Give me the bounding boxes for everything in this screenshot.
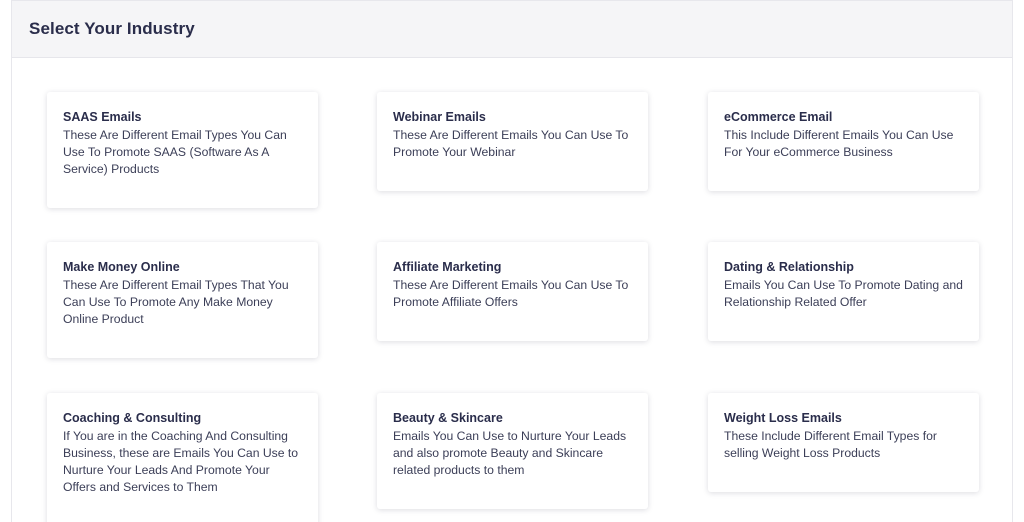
card-description: These Are Different Emails You Can Use T… — [393, 278, 629, 309]
industry-card-beauty-skincare[interactable]: Beauty & Skincare Emails You Can Use to … — [377, 393, 648, 509]
card-description: These Are Different Email Types You Can … — [63, 128, 287, 176]
industry-card-webinar[interactable]: Webinar Emails These Are Different Email… — [377, 92, 648, 191]
card-description: These Are Different Email Types That You… — [63, 278, 289, 326]
industry-card-dating-relationship[interactable]: Dating & Relationship Emails You Can Use… — [708, 242, 979, 341]
card-title: Webinar Emails — [393, 110, 486, 124]
card-title: Dating & Relationship — [724, 260, 854, 274]
industry-card-affiliate-marketing[interactable]: Affiliate Marketing These Are Different … — [377, 242, 648, 341]
card-description: If You are in the Coaching And Consultin… — [63, 429, 299, 494]
card-title: Affiliate Marketing — [393, 260, 502, 274]
card-description: This Include Different Emails You Can Us… — [724, 128, 954, 159]
industry-card-make-money-online[interactable]: Make Money Online These Are Different Em… — [47, 242, 318, 358]
card-description: These Are Different Emails You Can Use T… — [393, 128, 629, 159]
card-title: SAAS Emails — [63, 110, 142, 124]
industry-panel: Select Your Industry SAAS Emails These A… — [11, 0, 1013, 522]
card-title: Make Money Online — [63, 260, 180, 274]
industry-card-ecommerce[interactable]: eCommerce Email This Include Different E… — [708, 92, 979, 191]
panel-header: Select Your Industry — [12, 1, 1012, 58]
card-title: Coaching & Consulting — [63, 411, 202, 425]
card-title: Beauty & Skincare — [393, 411, 503, 425]
industry-card-coaching-consulting[interactable]: Coaching & Consulting If You are in the … — [47, 393, 318, 522]
industry-card-weight-loss[interactable]: Weight Loss Emails These Include Differe… — [708, 393, 979, 492]
card-title: Weight Loss Emails — [724, 411, 842, 425]
card-description: Emails You Can Use to Nurture Your Leads… — [393, 429, 627, 477]
card-description: Emails You Can Use To Promote Dating and… — [724, 278, 963, 309]
page-title: Select Your Industry — [29, 19, 195, 38]
card-description: These Include Different Email Types for … — [724, 429, 937, 460]
industry-card-saas[interactable]: SAAS Emails These Are Different Email Ty… — [47, 92, 318, 208]
card-title: eCommerce Email — [724, 110, 833, 124]
